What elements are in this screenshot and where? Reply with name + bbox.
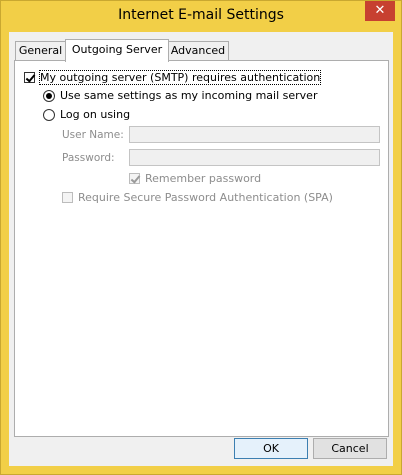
remember-password-option[interactable]: Remember password bbox=[129, 172, 261, 185]
smtp-auth-label: My outgoing server (SMTP) requires authe… bbox=[38, 70, 322, 85]
close-icon: ✕ bbox=[374, 3, 386, 18]
log-on-using-option[interactable]: Log on using bbox=[43, 108, 130, 121]
log-on-using-label: Log on using bbox=[60, 108, 131, 121]
title-bar[interactable]: Internet E-mail Settings ✕ bbox=[1, 1, 401, 33]
user-name-field[interactable] bbox=[129, 126, 380, 143]
use-same-settings-label: Use same settings as my incoming mail se… bbox=[60, 89, 318, 102]
window-title: Internet E-mail Settings bbox=[118, 7, 284, 23]
use-same-settings-radio[interactable] bbox=[43, 89, 55, 102]
require-spa-checkbox[interactable] bbox=[62, 192, 73, 203]
tab-outgoing-server[interactable]: Outgoing Server bbox=[65, 39, 169, 62]
close-button[interactable]: ✕ bbox=[365, 1, 395, 21]
require-spa-label: Require Secure Password Authentication (… bbox=[78, 191, 333, 204]
smtp-auth-option[interactable]: My outgoing server (SMTP) requires authe… bbox=[24, 70, 322, 85]
cancel-button[interactable]: Cancel bbox=[313, 438, 387, 459]
password-label: Password: bbox=[62, 152, 115, 164]
user-name-label: User Name: bbox=[62, 129, 124, 141]
tab-advanced[interactable]: Advanced bbox=[167, 41, 229, 60]
password-field[interactable] bbox=[129, 149, 380, 166]
dialog-window: Internet E-mail Settings ✕ General Outgo… bbox=[0, 0, 402, 475]
use-same-settings-option[interactable]: Use same settings as my incoming mail se… bbox=[43, 89, 317, 102]
smtp-auth-checkbox[interactable] bbox=[24, 72, 35, 83]
remember-password-checkbox[interactable] bbox=[129, 173, 140, 184]
dialog-client-area: General Outgoing Server Advanced My outg… bbox=[9, 32, 393, 466]
log-on-using-radio[interactable] bbox=[43, 108, 55, 121]
outgoing-server-panel: My outgoing server (SMTP) requires authe… bbox=[14, 60, 389, 437]
remember-password-label: Remember password bbox=[145, 172, 262, 185]
require-spa-option[interactable]: Require Secure Password Authentication (… bbox=[62, 191, 333, 204]
tab-general[interactable]: General bbox=[15, 41, 66, 60]
ok-button[interactable]: OK bbox=[234, 438, 308, 459]
